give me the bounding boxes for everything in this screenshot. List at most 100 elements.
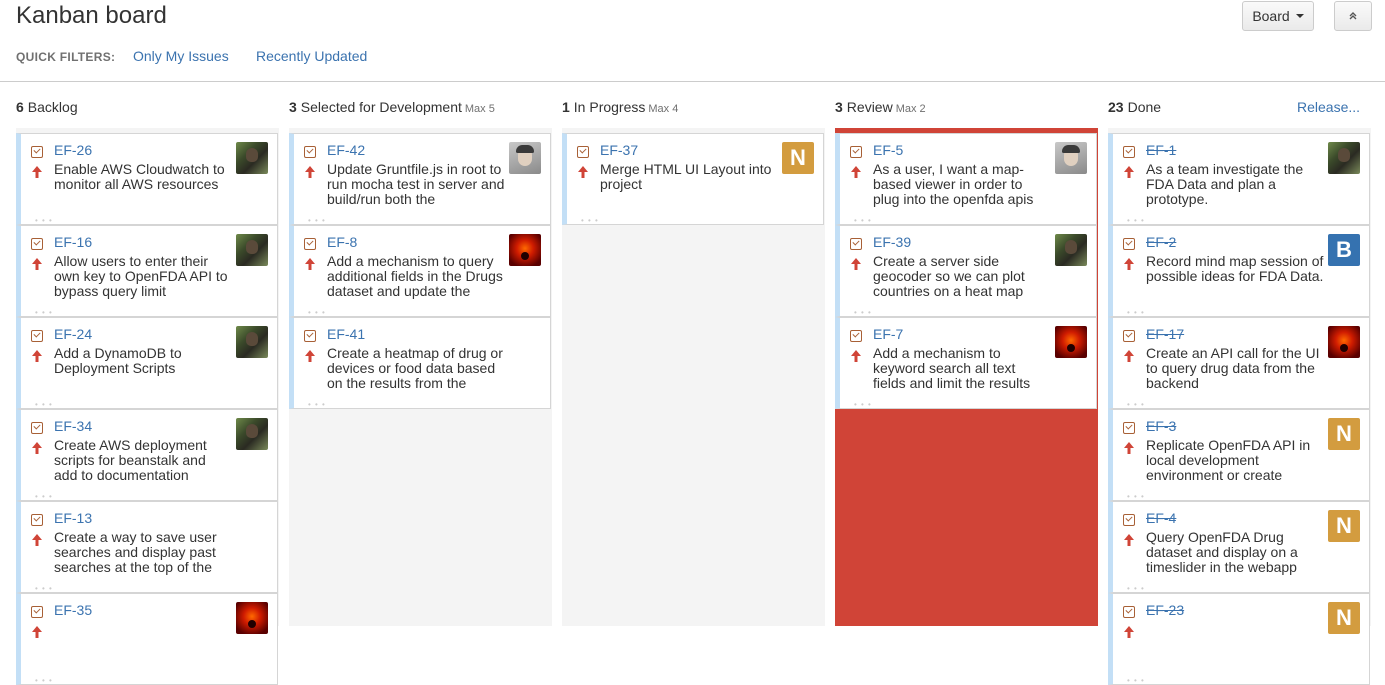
assignee-avatar [236, 418, 268, 450]
drag-handle-icon[interactable]: • • • [35, 585, 53, 593]
drag-handle-icon[interactable]: • • • [581, 217, 599, 225]
priority-high-arrow-icon [32, 350, 42, 362]
column-header-selected-for-development: 3 Selected for Development Max 5 [289, 99, 495, 119]
issue-summary: Update Gruntfile.js in root to run mocha… [327, 162, 505, 207]
issue-card[interactable]: EF-5 As a user, I want a map-based viewer… [835, 133, 1097, 225]
quick-filter-recently-updated[interactable]: Recently Updated [256, 48, 367, 64]
issue-card[interactable]: EF-26 Enable AWS Cloudwatch to monitor al… [16, 133, 278, 225]
drag-handle-icon[interactable]: • • • [35, 217, 53, 225]
drag-handle-icon[interactable]: • • • [35, 493, 53, 501]
column-header-in-progress: 1 In Progress Max 4 [562, 99, 678, 119]
issue-card[interactable]: EF-3 Replicate OpenFDA API in local devel… [1108, 409, 1370, 501]
issue-key-link[interactable]: EF-24 [54, 326, 92, 342]
drag-handle-icon[interactable]: • • • [1127, 585, 1145, 593]
issue-key-link[interactable]: EF-26 [54, 142, 92, 158]
drag-handle-icon[interactable]: • • • [1127, 493, 1145, 501]
issue-key-link[interactable]: EF-7 [873, 326, 903, 342]
drag-handle-icon[interactable]: • • • [35, 677, 53, 685]
issue-summary: Replicate OpenFDA API in local developme… [1146, 438, 1311, 483]
drag-handle-icon[interactable]: • • • [308, 217, 326, 225]
column-name: Selected for Development [300, 99, 462, 115]
issue-key-link[interactable]: EF-1 [1146, 142, 1176, 158]
drag-handle-icon[interactable]: • • • [308, 401, 326, 409]
priority-high-arrow-icon [578, 166, 588, 178]
issue-card[interactable]: EF-24 Add a DynamoDB to Deployment Script… [16, 317, 278, 409]
issue-card[interactable]: EF-35 • • • [16, 593, 278, 685]
issue-card[interactable]: EF-7 Add a mechanism to keyword search al… [835, 317, 1097, 409]
issue-card[interactable]: EF-41 Create a heatmap of drug or devices… [289, 317, 551, 409]
assignee-avatar [236, 602, 268, 634]
assignee-avatar [1055, 142, 1087, 174]
issue-key-link[interactable]: EF-37 [600, 142, 638, 158]
column-selected-for-development: EF-42 Update Gruntfile.js in root to run … [289, 128, 552, 626]
task-type-icon [1123, 514, 1135, 526]
issue-card[interactable]: EF-13 Create a way to save user searches … [16, 501, 278, 593]
issue-key-link[interactable]: EF-5 [873, 142, 903, 158]
issue-key-link[interactable]: EF-34 [54, 418, 92, 434]
issue-key-link[interactable]: EF-3 [1146, 418, 1176, 434]
drag-handle-icon[interactable]: • • • [854, 217, 872, 225]
drag-handle-icon[interactable]: • • • [35, 401, 53, 409]
drag-handle-icon[interactable]: • • • [1127, 217, 1145, 225]
issue-key-link[interactable]: EF-4 [1146, 510, 1176, 526]
issue-key-link[interactable]: EF-17 [1146, 326, 1184, 342]
issue-card[interactable]: EF-2 Record mind map session of possible … [1108, 225, 1370, 317]
quick-filters-label: QUICK FILTERS: [16, 50, 116, 64]
task-type-icon [31, 238, 43, 250]
task-type-icon [1123, 606, 1135, 618]
assignee-avatar: N [782, 142, 814, 174]
issue-card[interactable]: EF-34 Create AWS deployment scripts for b… [16, 409, 278, 501]
issue-card[interactable]: EF-17 Create an API call for the UI to qu… [1108, 317, 1370, 409]
issue-card[interactable]: EF-1 As a team investigate the FDA Data a… [1108, 133, 1370, 225]
column-backlog: EF-26 Enable AWS Cloudwatch to monitor al… [16, 128, 279, 685]
issue-card[interactable]: EF-42 Update Gruntfile.js in root to run … [289, 133, 551, 225]
drag-handle-icon[interactable]: • • • [854, 309, 872, 317]
issue-summary: Add a mechanism to keyword search all te… [873, 346, 1031, 391]
column-done: EF-1 As a team investigate the FDA Data a… [1108, 128, 1371, 685]
column-issue-count: 3 [289, 99, 297, 115]
drag-handle-icon[interactable]: • • • [308, 309, 326, 317]
column-header-review: 3 Review Max 2 [835, 99, 926, 119]
column-max-limit: Max 2 [895, 103, 926, 115]
board-dropdown-button[interactable]: Board [1242, 1, 1314, 31]
collapse-header-button[interactable] [1334, 1, 1372, 31]
priority-high-arrow-icon [1124, 626, 1134, 638]
column-issue-count: 23 [1108, 99, 1124, 115]
chevron-down-icon [1295, 14, 1304, 18]
task-type-icon [304, 238, 316, 250]
column-name: Review [846, 99, 893, 115]
assignee-avatar [1055, 234, 1087, 266]
issue-key-link[interactable]: EF-42 [327, 142, 365, 158]
task-type-icon [304, 330, 316, 342]
quick-filter-only-my-issues[interactable]: Only My Issues [133, 48, 229, 64]
issue-card[interactable]: EF-16 Allow users to enter their own key … [16, 225, 278, 317]
issue-key-link[interactable]: EF-8 [327, 234, 357, 250]
issue-card[interactable]: EF-4 Query OpenFDA Drug dataset and displ… [1108, 501, 1370, 593]
issue-key-link[interactable]: EF-41 [327, 326, 365, 342]
drag-handle-icon[interactable]: • • • [854, 401, 872, 409]
issue-key-link[interactable]: EF-35 [54, 602, 92, 618]
issue-card[interactable]: EF-37 Merge HTML UI Layout into project N •… [562, 133, 824, 225]
column-max-limit: Max 5 [464, 103, 495, 115]
drag-handle-icon[interactable]: • • • [1127, 309, 1145, 317]
task-type-icon [850, 330, 862, 342]
column-issue-count: 1 [562, 99, 570, 115]
task-type-icon [850, 238, 862, 250]
issue-key-link[interactable]: EF-23 [1146, 602, 1184, 618]
task-type-icon [31, 146, 43, 158]
issue-card[interactable]: EF-23 N • • • [1108, 593, 1370, 685]
drag-handle-icon[interactable]: • • • [1127, 401, 1145, 409]
issue-summary: Allow users to enter their own key to Op… [54, 254, 228, 299]
issue-key-link[interactable]: EF-16 [54, 234, 92, 250]
issue-card[interactable]: EF-8 Add a mechanism to query additional … [289, 225, 551, 317]
release-link[interactable]: Release... [1297, 99, 1360, 115]
issue-card[interactable]: EF-39 Create a server side geocoder so we… [835, 225, 1097, 317]
issue-key-link[interactable]: EF-39 [873, 234, 911, 250]
drag-handle-icon[interactable]: • • • [35, 309, 53, 317]
drag-handle-icon[interactable]: • • • [1127, 677, 1145, 685]
issue-key-link[interactable]: EF-13 [54, 510, 92, 526]
column-issue-count: 6 [16, 99, 24, 115]
task-type-icon [1123, 330, 1135, 342]
issue-key-link[interactable]: EF-2 [1146, 234, 1176, 250]
assignee-avatar [236, 234, 268, 266]
